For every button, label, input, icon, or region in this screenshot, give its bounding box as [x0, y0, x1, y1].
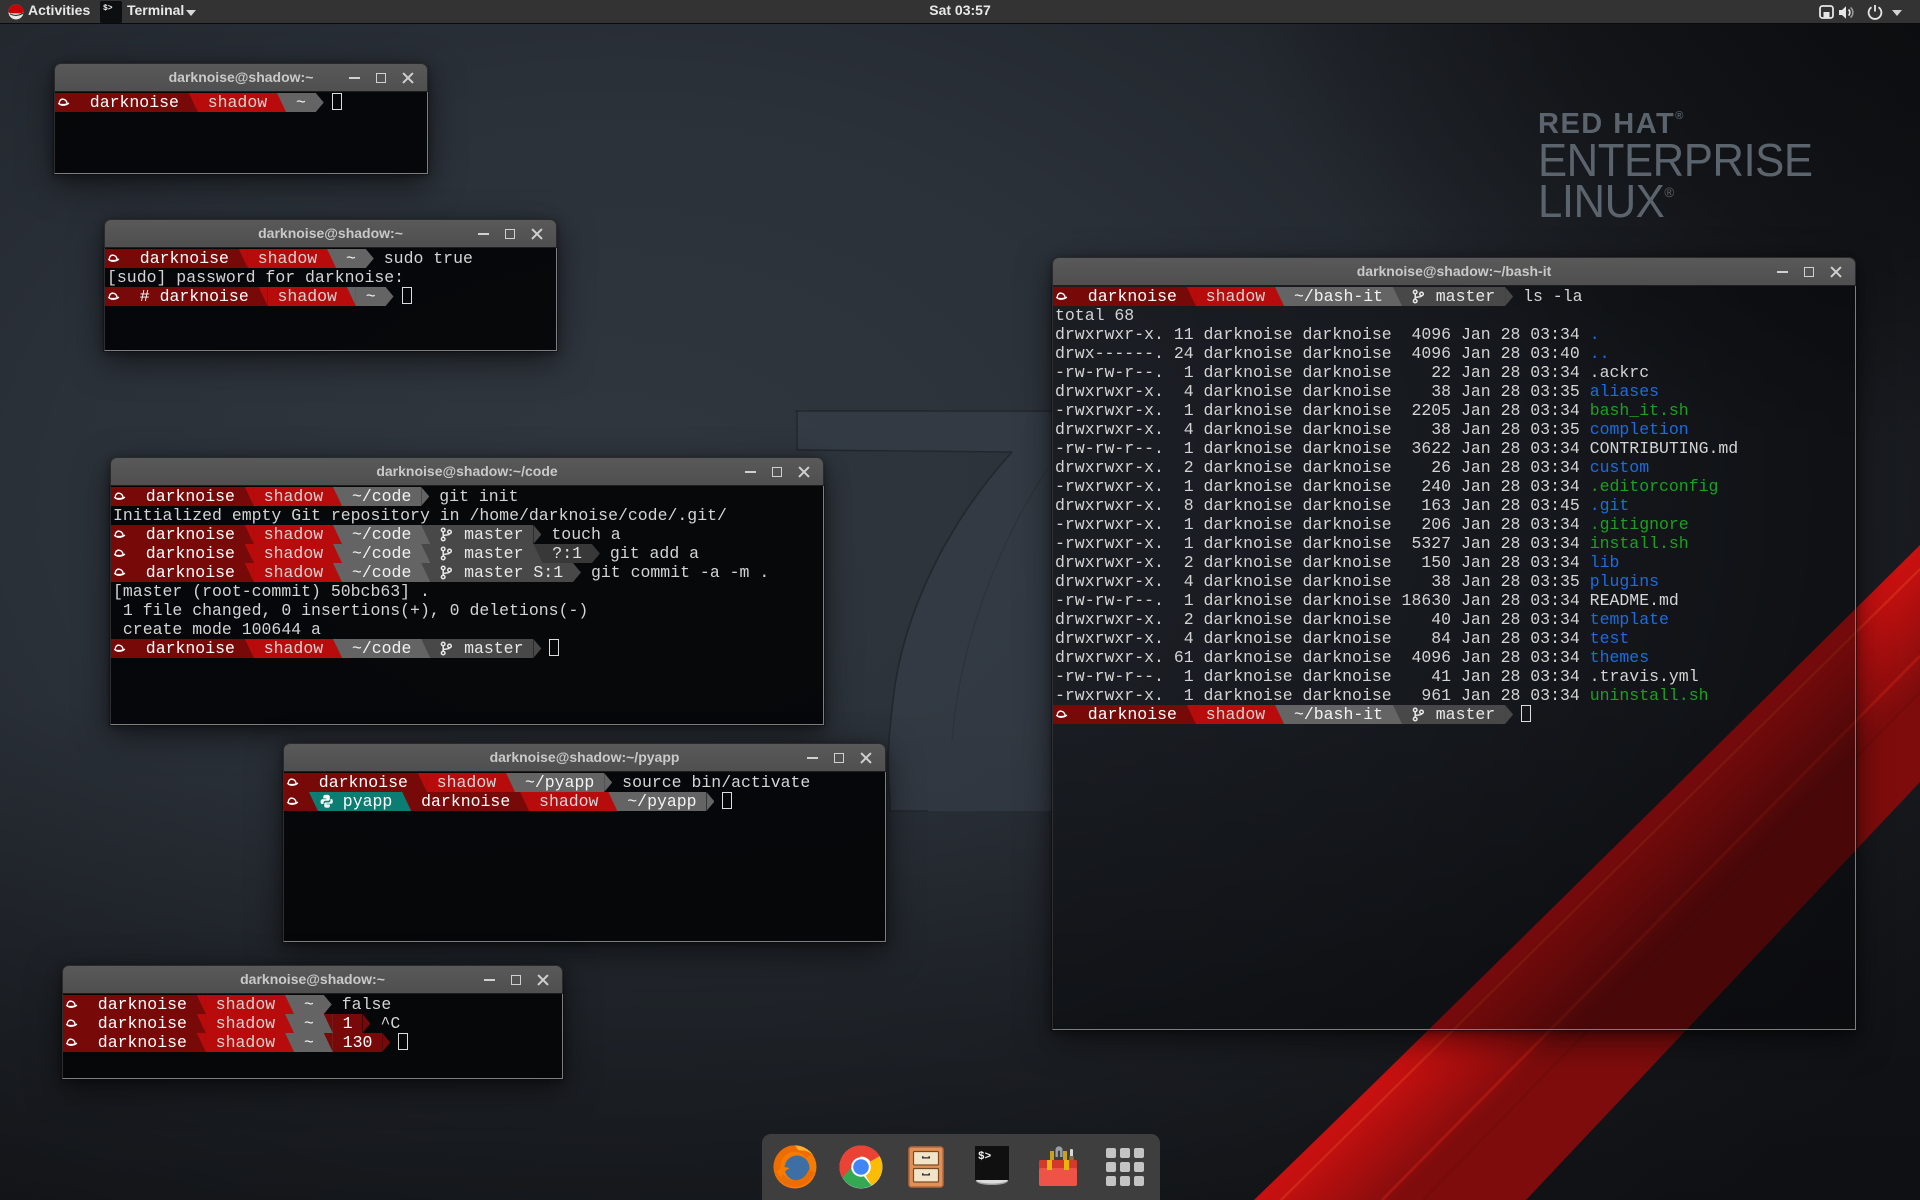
svg-text:$>: $>	[978, 1151, 992, 1163]
